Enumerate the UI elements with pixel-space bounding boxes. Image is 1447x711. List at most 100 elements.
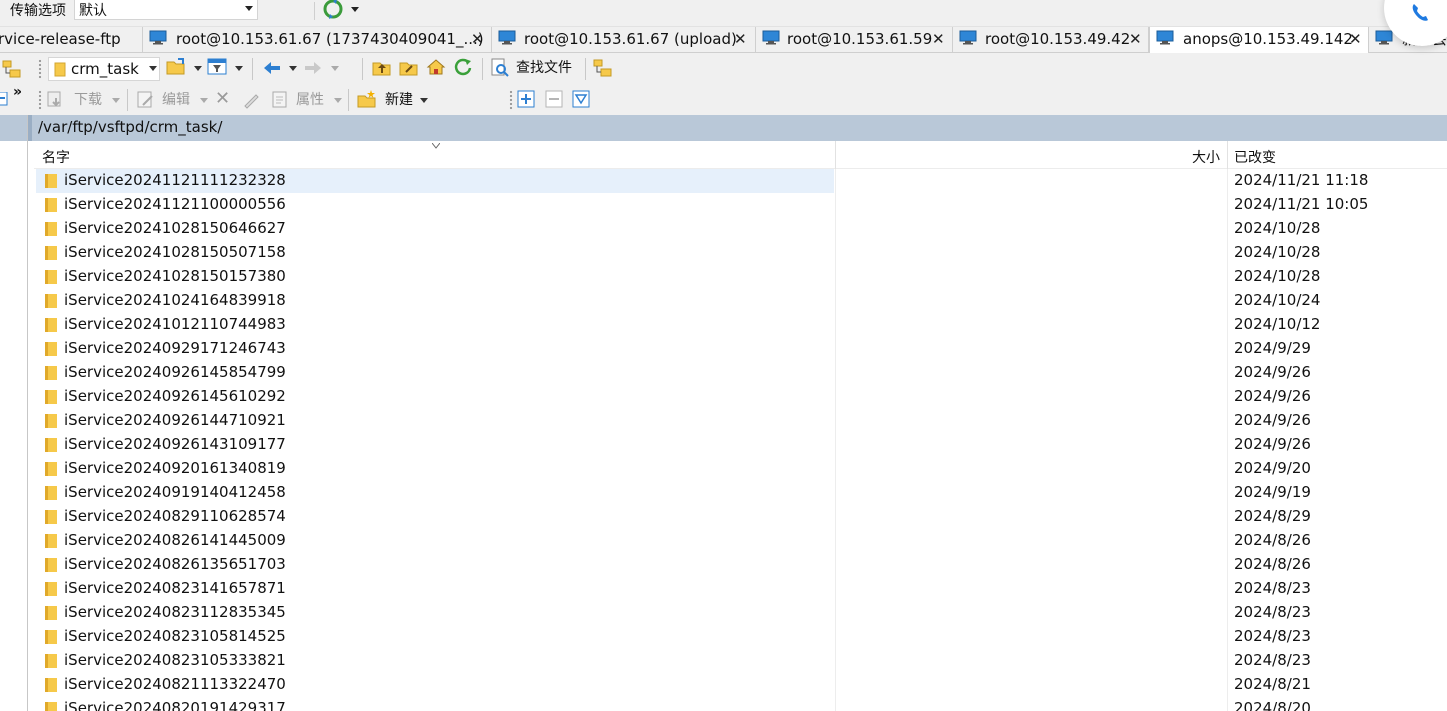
table-row[interactable]: iService20240926144710921 2024/9/26 [34, 409, 1447, 433]
table-row[interactable]: iService20240821113322470 2024/8/21 [34, 673, 1447, 697]
name-cell: iService20240826141445009 [36, 529, 834, 553]
chevron-down-icon[interactable] [149, 66, 157, 71]
table-row[interactable]: iService20241028150157380 2024/10/28 [34, 265, 1447, 289]
new-icon[interactable] [357, 89, 377, 109]
table-row[interactable]: iService20241121111232328 2024/11/21 11:1… [34, 169, 1447, 193]
edit-icon[interactable] [136, 90, 156, 110]
path-bar[interactable]: /var/ftp/vsftpd/crm_task/ [28, 115, 1447, 141]
close-icon[interactable]: ✕ [734, 27, 747, 52]
table-row[interactable]: iService20241028150646627 2024/10/28 [34, 217, 1447, 241]
table-row[interactable]: iService20240926145854799 2024/9/26 [34, 361, 1447, 385]
transfer-options-bar: 传输选项 默认 [0, 0, 1447, 27]
left-pane[interactable] [0, 115, 28, 711]
column-name[interactable]: 名字 [42, 147, 70, 167]
close-icon[interactable]: ✕ [1129, 27, 1142, 52]
open-folder-icon[interactable] [166, 57, 186, 77]
toolbar-grip[interactable] [38, 90, 42, 110]
overflow-icon[interactable]: » [13, 84, 22, 100]
find-icon[interactable] [490, 58, 510, 78]
toolbar-grip[interactable] [38, 59, 42, 79]
folder-tree-icon[interactable] [2, 59, 22, 79]
table-row[interactable]: iService20240823105333821 2024/8/23 [34, 649, 1447, 673]
table-row[interactable]: iService20241028150507158 2024/10/28 [34, 241, 1447, 265]
refresh-icon[interactable] [453, 57, 473, 77]
column-divider[interactable] [835, 141, 836, 169]
home-icon[interactable] [426, 57, 446, 77]
filter-funnel-icon[interactable] [572, 90, 590, 108]
name-cell: iService20241024164839918 [36, 289, 834, 313]
table-row[interactable]: iService20240920161340819 2024/9/20 [34, 457, 1447, 481]
table-row[interactable]: iService20240919140412458 2024/9/19 [34, 481, 1447, 505]
filter-icon[interactable] [207, 57, 227, 77]
close-icon[interactable]: ✕ [1349, 27, 1362, 52]
table-row[interactable]: iService20240926145610292 2024/9/26 [34, 385, 1447, 409]
find-files-button[interactable]: 查找文件 [516, 58, 572, 78]
name-cell: iService20241121111232328 [36, 169, 834, 193]
new-button[interactable]: 新建 [385, 90, 413, 110]
download-icon[interactable] [46, 90, 66, 110]
root-folder-icon[interactable] [399, 58, 419, 78]
delete-icon[interactable]: ✕ [215, 89, 230, 109]
chevron-down-icon[interactable] [200, 98, 208, 103]
edit-button[interactable]: 编辑 [162, 90, 190, 110]
table-row[interactable]: iService20240823112835345 2024/8/23 [34, 601, 1447, 625]
folder-tree-icon[interactable] [593, 58, 613, 78]
monitor-icon [762, 30, 780, 45]
expand-icon[interactable] [0, 92, 8, 106]
tab-session[interactable]: root@10.153.61.59 ✕ [756, 27, 953, 53]
table-row[interactable]: iService20241012110744983 2024/10/12 [34, 313, 1447, 337]
column-size[interactable]: 大小 [1192, 147, 1220, 167]
properties-button[interactable]: 属性 [296, 90, 324, 110]
name-cell: iService20240826135651703 [36, 553, 834, 577]
forward-icon[interactable] [303, 58, 323, 78]
tab-session[interactable]: root@10.153.49.42 ✕ [953, 27, 1149, 53]
file-list[interactable]: 名字 大小 已改变 iService20241121111232328 2024/… [34, 141, 1447, 711]
chevron-down-icon[interactable] [331, 66, 339, 71]
name-cell: iService20240926145854799 [36, 361, 834, 385]
file-modified: 2024/9/26 [1234, 387, 1311, 405]
parent-folder-icon[interactable] [372, 58, 392, 78]
folder-icon [45, 534, 57, 548]
chevron-down-icon[interactable] [289, 66, 297, 71]
tab-session[interactable]: rvice-release-ftp [0, 27, 143, 53]
column-header: 名字 大小 已改变 [34, 141, 1447, 169]
file-name: iService20240919140412458 [64, 483, 286, 501]
chevron-down-icon[interactable] [112, 98, 120, 103]
table-row[interactable]: iService20240929171246743 2024/9/29 [34, 337, 1447, 361]
tab-session-active[interactable]: anops@10.153.49.142 ✕ [1149, 27, 1369, 54]
table-row[interactable]: iService20241121100000556 2024/11/21 10:0… [34, 193, 1447, 217]
chevron-down-icon[interactable] [194, 66, 202, 71]
name-cell: iService20240823112835345 [36, 601, 834, 625]
minus-icon[interactable] [545, 90, 563, 108]
column-divider[interactable] [1227, 141, 1228, 169]
download-button[interactable]: 下载 [74, 90, 102, 110]
column-modified[interactable]: 已改变 [1234, 147, 1276, 167]
chevron-down-icon[interactable] [334, 98, 342, 103]
close-icon[interactable]: ✕ [471, 27, 484, 52]
folder-icon [45, 486, 57, 500]
table-row[interactable]: iService20240826135651703 2024/8/26 [34, 553, 1447, 577]
table-row[interactable]: iService20240926143109177 2024/9/26 [34, 433, 1447, 457]
folder-icon [45, 462, 57, 476]
sync-icon[interactable] [322, 0, 344, 20]
directory-select[interactable]: crm_task [48, 57, 160, 81]
rename-icon[interactable] [242, 90, 262, 110]
table-row[interactable]: iService20240823105814525 2024/8/23 [34, 625, 1447, 649]
chevron-down-icon[interactable] [351, 7, 359, 12]
file-name: iService20240823112835345 [64, 603, 286, 621]
table-row[interactable]: iService20240829110628574 2024/8/29 [34, 505, 1447, 529]
plus-icon[interactable] [517, 90, 535, 108]
table-row[interactable]: iService20241024164839918 2024/10/24 [34, 289, 1447, 313]
table-row[interactable]: iService20240826141445009 2024/8/26 [34, 529, 1447, 553]
tab-session[interactable]: root@10.153.61.67 (upload) ✕ [492, 27, 756, 53]
table-row[interactable]: iService20240820191429317 2024/8/20 [34, 697, 1447, 711]
close-icon[interactable]: ✕ [932, 27, 945, 52]
transfer-options-select[interactable]: 默认 [74, 0, 258, 20]
table-row[interactable]: iService20240823141657871 2024/8/23 [34, 577, 1447, 601]
tab-session[interactable]: root@10.153.61.67 (1737430409041_...) ✕ [143, 27, 492, 53]
properties-icon[interactable] [270, 90, 290, 110]
toolbar-grip[interactable] [509, 90, 513, 110]
chevron-down-icon[interactable] [235, 66, 243, 71]
back-icon[interactable] [262, 58, 282, 78]
chevron-down-icon[interactable] [420, 98, 428, 103]
